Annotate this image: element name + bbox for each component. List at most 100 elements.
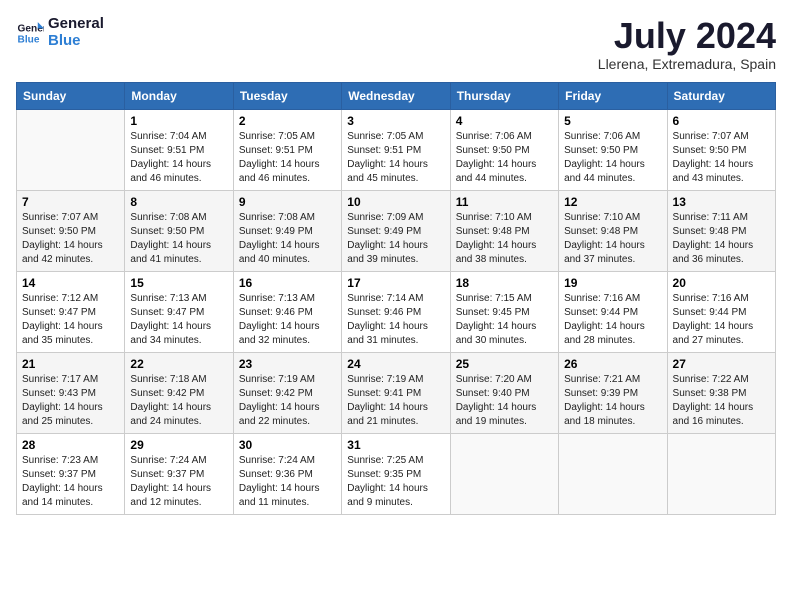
- day-number: 21: [22, 357, 119, 371]
- calendar-week-row: 1 Sunrise: 7:04 AM Sunset: 9:51 PM Daylig…: [17, 109, 776, 190]
- day-number: 31: [347, 438, 444, 452]
- day-info: Sunrise: 7:08 AM Sunset: 9:49 PM Dayligh…: [239, 211, 336, 267]
- logo-icon: General Blue: [16, 19, 44, 47]
- day-info: Sunrise: 7:13 AM Sunset: 9:47 PM Dayligh…: [130, 292, 227, 348]
- day-number: 24: [347, 357, 444, 371]
- title-block: July 2024 Llerena, Extremadura, Spain: [598, 16, 776, 72]
- day-info: Sunrise: 7:18 AM Sunset: 9:42 PM Dayligh…: [130, 373, 227, 429]
- weekday-header-friday: Friday: [559, 82, 667, 109]
- day-info: Sunrise: 7:16 AM Sunset: 9:44 PM Dayligh…: [673, 292, 770, 348]
- weekday-header-row: SundayMondayTuesdayWednesdayThursdayFrid…: [17, 82, 776, 109]
- location: Llerena, Extremadura, Spain: [598, 56, 776, 72]
- day-info: Sunrise: 7:13 AM Sunset: 9:46 PM Dayligh…: [239, 292, 336, 348]
- day-info: Sunrise: 7:16 AM Sunset: 9:44 PM Dayligh…: [564, 292, 661, 348]
- svg-text:Blue: Blue: [18, 34, 40, 45]
- day-number: 1: [130, 114, 227, 128]
- calendar-cell: 11 Sunrise: 7:10 AM Sunset: 9:48 PM Dayli…: [450, 190, 558, 271]
- calendar-cell: 15 Sunrise: 7:13 AM Sunset: 9:47 PM Dayli…: [125, 271, 233, 352]
- weekday-header-tuesday: Tuesday: [233, 82, 341, 109]
- day-info: Sunrise: 7:19 AM Sunset: 9:42 PM Dayligh…: [239, 373, 336, 429]
- calendar-table: SundayMondayTuesdayWednesdayThursdayFrid…: [16, 82, 776, 515]
- calendar-cell: 27 Sunrise: 7:22 AM Sunset: 9:38 PM Dayli…: [667, 352, 775, 433]
- calendar-cell: 30 Sunrise: 7:24 AM Sunset: 9:36 PM Dayli…: [233, 433, 341, 514]
- day-number: 25: [456, 357, 553, 371]
- weekday-header-thursday: Thursday: [450, 82, 558, 109]
- day-number: 22: [130, 357, 227, 371]
- calendar-cell: [17, 109, 125, 190]
- day-number: 5: [564, 114, 661, 128]
- day-info: Sunrise: 7:08 AM Sunset: 9:50 PM Dayligh…: [130, 211, 227, 267]
- day-number: 23: [239, 357, 336, 371]
- day-number: 12: [564, 195, 661, 209]
- calendar-cell: 3Sunrise: 7:05 AM Sunset: 9:51 PM Daylig…: [342, 109, 450, 190]
- day-info: Sunrise: 7:10 AM Sunset: 9:48 PM Dayligh…: [456, 211, 553, 267]
- day-number: 14: [22, 276, 119, 290]
- day-number: 15: [130, 276, 227, 290]
- calendar-cell: 4 Sunrise: 7:06 AM Sunset: 9:50 PM Daylig…: [450, 109, 558, 190]
- day-number: 28: [22, 438, 119, 452]
- day-number: 26: [564, 357, 661, 371]
- calendar-cell: 16 Sunrise: 7:13 AM Sunset: 9:46 PM Dayli…: [233, 271, 341, 352]
- calendar-cell: 28 Sunrise: 7:23 AM Sunset: 9:37 PM Dayli…: [17, 433, 125, 514]
- day-info: Sunrise: 7:07 AM Sunset: 9:50 PM Dayligh…: [22, 211, 119, 267]
- calendar-cell: 26 Sunrise: 7:21 AM Sunset: 9:39 PM Dayli…: [559, 352, 667, 433]
- page-header: General Blue General Blue July 2024 Ller…: [16, 16, 776, 72]
- calendar-cell: 23 Sunrise: 7:19 AM Sunset: 9:42 PM Dayli…: [233, 352, 341, 433]
- calendar-cell: 5 Sunrise: 7:06 AM Sunset: 9:50 PM Daylig…: [559, 109, 667, 190]
- calendar-cell: [450, 433, 558, 514]
- calendar-week-row: 21Sunrise: 7:17 AM Sunset: 9:43 PM Dayli…: [17, 352, 776, 433]
- day-info: Sunrise: 7:14 AM Sunset: 9:46 PM Dayligh…: [347, 292, 444, 348]
- day-info: Sunrise: 7:06 AM Sunset: 9:50 PM Dayligh…: [564, 130, 661, 186]
- day-number: 27: [673, 357, 770, 371]
- calendar-cell: [559, 433, 667, 514]
- day-info: Sunrise: 7:20 AM Sunset: 9:40 PM Dayligh…: [456, 373, 553, 429]
- calendar-cell: 18Sunrise: 7:15 AM Sunset: 9:45 PM Dayli…: [450, 271, 558, 352]
- logo: General Blue General Blue: [16, 16, 104, 49]
- day-info: Sunrise: 7:19 AM Sunset: 9:41 PM Dayligh…: [347, 373, 444, 429]
- calendar-cell: 25 Sunrise: 7:20 AM Sunset: 9:40 PM Dayli…: [450, 352, 558, 433]
- day-info: Sunrise: 7:04 AM Sunset: 9:51 PM Dayligh…: [130, 130, 227, 186]
- calendar-cell: 29 Sunrise: 7:24 AM Sunset: 9:37 PM Dayli…: [125, 433, 233, 514]
- day-number: 19: [564, 276, 661, 290]
- calendar-week-row: 14Sunrise: 7:12 AM Sunset: 9:47 PM Dayli…: [17, 271, 776, 352]
- day-number: 6: [673, 114, 770, 128]
- day-number: 2: [239, 114, 336, 128]
- day-info: Sunrise: 7:24 AM Sunset: 9:37 PM Dayligh…: [130, 454, 227, 510]
- calendar-cell: 20 Sunrise: 7:16 AM Sunset: 9:44 PM Dayli…: [667, 271, 775, 352]
- day-number: 4: [456, 114, 553, 128]
- calendar-cell: 19 Sunrise: 7:16 AM Sunset: 9:44 PM Dayli…: [559, 271, 667, 352]
- calendar-cell: 9Sunrise: 7:08 AM Sunset: 9:49 PM Daylig…: [233, 190, 341, 271]
- day-info: Sunrise: 7:06 AM Sunset: 9:50 PM Dayligh…: [456, 130, 553, 186]
- calendar-week-row: 7 Sunrise: 7:07 AM Sunset: 9:50 PM Daylig…: [17, 190, 776, 271]
- day-info: Sunrise: 7:23 AM Sunset: 9:37 PM Dayligh…: [22, 454, 119, 510]
- weekday-header-monday: Monday: [125, 82, 233, 109]
- day-info: Sunrise: 7:24 AM Sunset: 9:36 PM Dayligh…: [239, 454, 336, 510]
- calendar-cell: 21Sunrise: 7:17 AM Sunset: 9:43 PM Dayli…: [17, 352, 125, 433]
- calendar-cell: 10 Sunrise: 7:09 AM Sunset: 9:49 PM Dayli…: [342, 190, 450, 271]
- day-number: 30: [239, 438, 336, 452]
- day-number: 20: [673, 276, 770, 290]
- day-info: Sunrise: 7:11 AM Sunset: 9:48 PM Dayligh…: [673, 211, 770, 267]
- logo-blue: Blue: [48, 33, 104, 50]
- day-info: Sunrise: 7:10 AM Sunset: 9:48 PM Dayligh…: [564, 211, 661, 267]
- day-number: 29: [130, 438, 227, 452]
- day-number: 16: [239, 276, 336, 290]
- day-info: Sunrise: 7:05 AM Sunset: 9:51 PM Dayligh…: [347, 130, 444, 186]
- day-info: Sunrise: 7:07 AM Sunset: 9:50 PM Dayligh…: [673, 130, 770, 186]
- calendar-cell: 12 Sunrise: 7:10 AM Sunset: 9:48 PM Dayli…: [559, 190, 667, 271]
- calendar-cell: 1 Sunrise: 7:04 AM Sunset: 9:51 PM Daylig…: [125, 109, 233, 190]
- day-info: Sunrise: 7:21 AM Sunset: 9:39 PM Dayligh…: [564, 373, 661, 429]
- day-info: Sunrise: 7:25 AM Sunset: 9:35 PM Dayligh…: [347, 454, 444, 510]
- day-info: Sunrise: 7:09 AM Sunset: 9:49 PM Dayligh…: [347, 211, 444, 267]
- month-year: July 2024: [598, 16, 776, 56]
- day-number: 17: [347, 276, 444, 290]
- day-number: 11: [456, 195, 553, 209]
- logo-general: General: [48, 16, 104, 33]
- calendar-cell: 6 Sunrise: 7:07 AM Sunset: 9:50 PM Daylig…: [667, 109, 775, 190]
- calendar-body: 1 Sunrise: 7:04 AM Sunset: 9:51 PM Daylig…: [17, 109, 776, 514]
- day-info: Sunrise: 7:22 AM Sunset: 9:38 PM Dayligh…: [673, 373, 770, 429]
- day-number: 10: [347, 195, 444, 209]
- calendar-week-row: 28 Sunrise: 7:23 AM Sunset: 9:37 PM Dayli…: [17, 433, 776, 514]
- weekday-header-sunday: Sunday: [17, 82, 125, 109]
- day-number: 7: [22, 195, 119, 209]
